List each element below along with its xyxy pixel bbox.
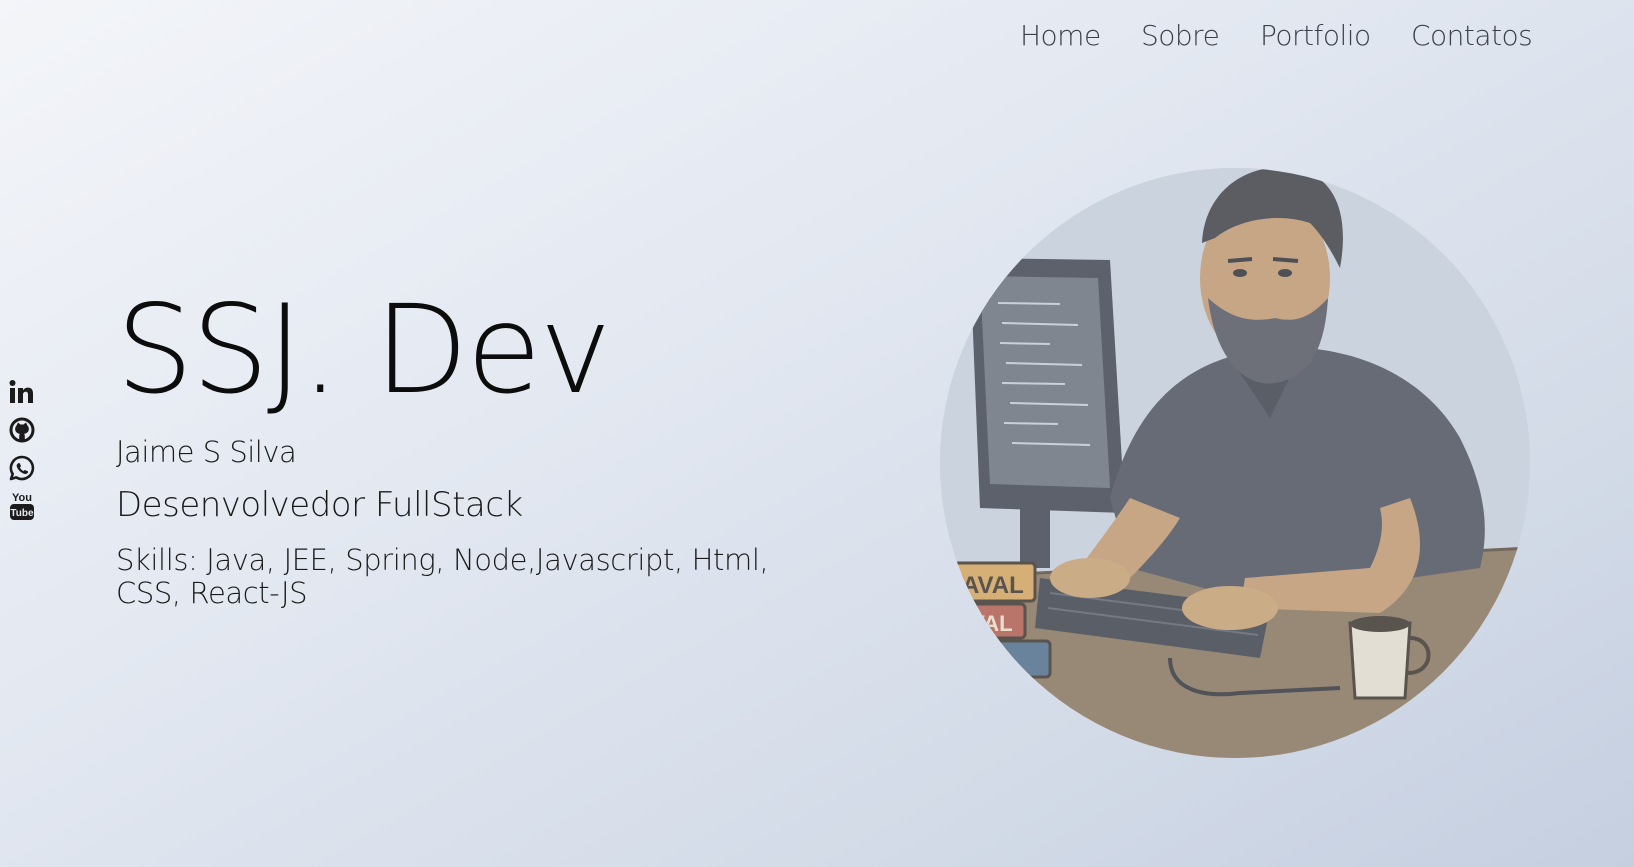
whatsapp-icon[interactable] — [8, 454, 36, 482]
developer-portrait: AVAL AVAL — [940, 168, 1530, 758]
youtube-icon[interactable]: You Tube — [8, 490, 36, 524]
youtube-logo-text-bottom: Tube — [10, 508, 34, 519]
nav-home[interactable]: Home — [1020, 14, 1101, 58]
developer-illustration: AVAL AVAL — [940, 168, 1530, 758]
linkedin-icon[interactable] — [8, 378, 36, 406]
skills-list: Skills: Java, JEE, Spring, Node,Javascri… — [116, 543, 769, 610]
nav-sobre[interactable]: Sobre — [1141, 14, 1220, 58]
hero-section: SSJ. Dev Jaime S Silva Desenvolvedor Ful… — [116, 279, 876, 610]
nav-contatos[interactable]: Contatos — [1411, 14, 1533, 58]
job-role: Desenvolvedor FullStack — [116, 485, 523, 525]
main-nav: Home Sobre Portfolio Contatos — [1014, 14, 1634, 58]
owner-name: Jaime S Silva — [116, 435, 297, 469]
site-title: SSJ. Dev — [116, 279, 612, 421]
youtube-logo-text-top: You — [12, 492, 32, 504]
nav-portfolio[interactable]: Portfolio — [1260, 14, 1371, 58]
github-icon[interactable] — [8, 416, 36, 444]
